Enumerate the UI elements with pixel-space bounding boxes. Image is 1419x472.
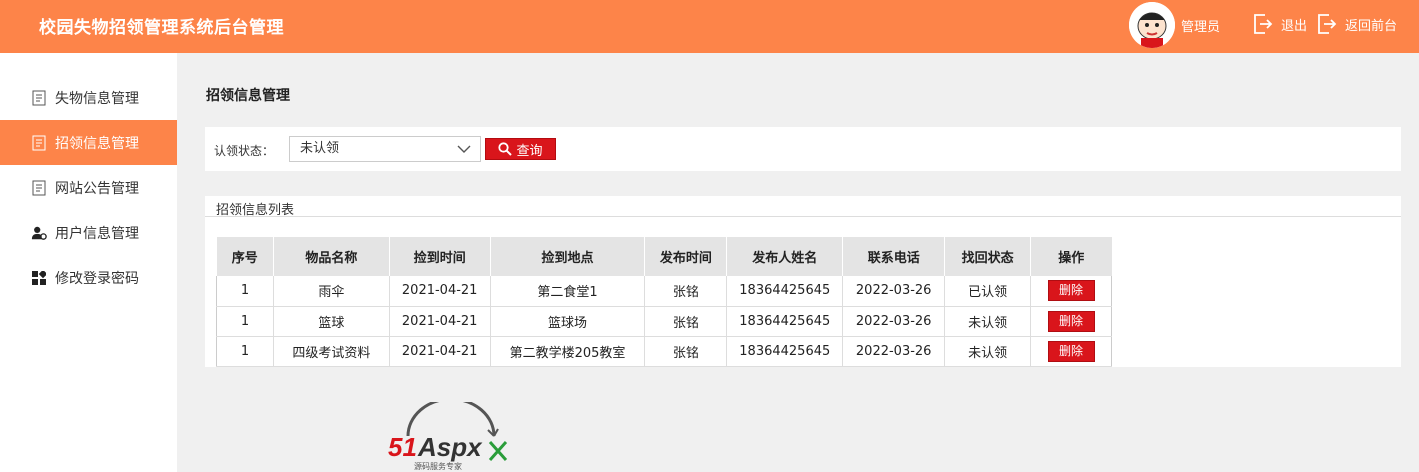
delete-button[interactable]: 删除 bbox=[1047, 340, 1095, 362]
filter-bar: 认领状态： 未认领 查询 bbox=[205, 127, 1401, 171]
query-label: 查询 bbox=[516, 143, 543, 159]
column-header: 捡到时间 bbox=[389, 237, 491, 276]
cell-found-time: 2021-04-21 bbox=[389, 276, 491, 307]
back-to-frontend-button[interactable]: 返回前台 bbox=[1315, 12, 1397, 36]
search-icon bbox=[498, 142, 513, 156]
cell-name: 四级考试资料 bbox=[273, 336, 390, 367]
exit-icon bbox=[1318, 14, 1337, 34]
cell-action: 删除 bbox=[1030, 336, 1112, 367]
sidebar-item-lost-info[interactable]: 失物信息管理 bbox=[0, 75, 177, 120]
logout-label: 退出 bbox=[1281, 18, 1308, 34]
document-icon bbox=[31, 90, 47, 106]
cell-publisher: 18364425645 bbox=[726, 306, 844, 337]
sidebar-item-label: 修改登录密码 bbox=[55, 270, 139, 287]
back-label: 返回前台 bbox=[1345, 18, 1398, 34]
found-list-panel: 招领信息列表 序号 物品名称 捡到时间 捡到地点 发布时间 发布人姓名 联系电话… bbox=[205, 196, 1401, 367]
cell-pub-time: 张铭 bbox=[644, 306, 728, 337]
cell-no: 1 bbox=[216, 306, 274, 337]
sidebar-item-label: 失物信息管理 bbox=[55, 90, 139, 107]
admin-user-label[interactable]: 管理员 bbox=[1181, 16, 1220, 35]
chevron-down-icon bbox=[457, 145, 471, 153]
cell-publisher: 18364425645 bbox=[726, 276, 844, 307]
delete-button[interactable]: 删除 bbox=[1047, 280, 1095, 302]
cell-action: 删除 bbox=[1030, 306, 1112, 337]
cell-place: 篮球场 bbox=[490, 306, 646, 337]
cell-status: 未认领 bbox=[944, 306, 1032, 337]
avatar-image-icon bbox=[1129, 2, 1175, 48]
column-header: 序号 bbox=[216, 237, 274, 276]
51aspx-logo: 51 Aspx 源码服务专家 bbox=[388, 402, 508, 471]
sidebar: 失物信息管理 招领信息管理 网站公告管理 用户信息管理 修改登录密码 bbox=[0, 53, 177, 472]
table-header-row: 序号 物品名称 捡到时间 捡到地点 发布时间 发布人姓名 联系电话 找回状态 操… bbox=[216, 237, 1112, 276]
sidebar-item-announcements[interactable]: 网站公告管理 bbox=[0, 165, 177, 210]
column-header: 操作 bbox=[1030, 237, 1112, 276]
cell-no: 1 bbox=[216, 336, 274, 367]
page-title: 招领信息管理 bbox=[206, 88, 290, 104]
delete-button[interactable]: 删除 bbox=[1047, 310, 1095, 332]
svg-text:Aspx: Aspx bbox=[417, 432, 483, 462]
column-header: 发布人姓名 bbox=[726, 237, 844, 276]
cell-status: 已认领 bbox=[944, 276, 1032, 307]
cell-status: 未认领 bbox=[944, 336, 1032, 367]
sidebar-item-users[interactable]: 用户信息管理 bbox=[0, 210, 177, 255]
user-settings-icon bbox=[31, 225, 47, 241]
app-title: 校园失物招领管理系统后台管理 bbox=[39, 18, 284, 38]
cell-no: 1 bbox=[216, 276, 274, 307]
column-header: 发布时间 bbox=[644, 237, 728, 276]
cell-found-time: 2021-04-21 bbox=[389, 336, 491, 367]
column-header: 联系电话 bbox=[842, 237, 946, 276]
cell-publisher: 18364425645 bbox=[726, 336, 844, 367]
cell-phone: 2022-03-26 bbox=[842, 336, 946, 367]
sidebar-item-label: 招领信息管理 bbox=[55, 135, 139, 152]
cell-found-time: 2021-04-21 bbox=[389, 306, 491, 337]
column-header: 物品名称 bbox=[273, 237, 390, 276]
cell-pub-time: 张铭 bbox=[644, 276, 728, 307]
document-icon bbox=[31, 180, 47, 196]
cell-place: 第二食堂1 bbox=[490, 276, 646, 307]
main-content: 招领信息管理 认领状态： 未认领 查询 招领信息列表 序号 物品名称 捡到时间 … bbox=[177, 53, 1419, 472]
claim-status-label: 认领状态： bbox=[214, 144, 275, 158]
cell-name: 篮球 bbox=[273, 306, 390, 337]
table-row: 1 雨伞 2021-04-21 第二食堂1 张铭 18364425645 202… bbox=[216, 276, 1112, 307]
table-row: 1 四级考试资料 2021-04-21 第二教学楼205教室 张铭 183644… bbox=[216, 336, 1112, 367]
cell-action: 删除 bbox=[1030, 276, 1112, 307]
grid-icon bbox=[31, 270, 47, 286]
query-button[interactable]: 查询 bbox=[485, 138, 556, 160]
sidebar-item-label: 用户信息管理 bbox=[55, 225, 139, 242]
logout-icon bbox=[1254, 14, 1273, 34]
sidebar-item-label: 网站公告管理 bbox=[55, 180, 139, 197]
sidebar-item-change-password[interactable]: 修改登录密码 bbox=[0, 255, 177, 300]
svg-text:51: 51 bbox=[388, 432, 417, 462]
column-header: 捡到地点 bbox=[490, 237, 646, 276]
cell-pub-time: 张铭 bbox=[644, 336, 728, 367]
avatar[interactable] bbox=[1129, 2, 1175, 48]
top-header: 校园失物招领管理系统后台管理 管理员 退出 返回前台 bbox=[0, 0, 1419, 53]
claim-status-value: 未认领 bbox=[300, 141, 340, 156]
divider bbox=[205, 216, 1401, 217]
cell-name: 雨伞 bbox=[273, 276, 390, 307]
found-items-table: 序号 物品名称 捡到时间 捡到地点 发布时间 发布人姓名 联系电话 找回状态 操… bbox=[216, 237, 1112, 367]
cell-place: 第二教学楼205教室 bbox=[490, 336, 646, 367]
document-icon bbox=[31, 135, 47, 151]
column-header: 找回状态 bbox=[944, 237, 1032, 276]
sidebar-item-found-info[interactable]: 招领信息管理 bbox=[0, 120, 177, 165]
admin-user-text: 管理员 bbox=[1181, 20, 1221, 35]
cell-phone: 2022-03-26 bbox=[842, 276, 946, 307]
table-row: 1 篮球 2021-04-21 篮球场 张铭 18364425645 2022-… bbox=[216, 306, 1112, 337]
claim-status-select[interactable]: 未认领 bbox=[289, 136, 481, 162]
svg-text:源码服务专家: 源码服务专家 bbox=[414, 461, 462, 471]
logout-button[interactable]: 退出 bbox=[1251, 12, 1307, 36]
cell-phone: 2022-03-26 bbox=[842, 306, 946, 337]
